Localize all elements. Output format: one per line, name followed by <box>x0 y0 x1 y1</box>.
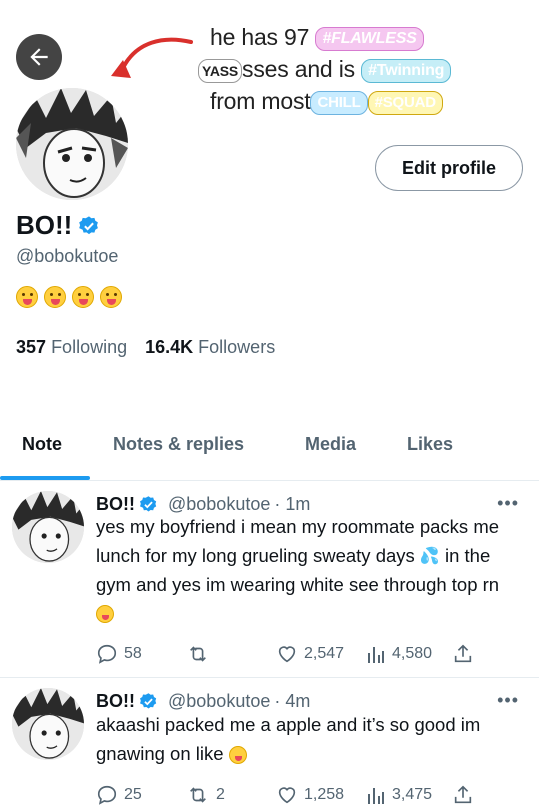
twinning-badge: #Twinning <box>361 58 452 83</box>
avatar[interactable] <box>12 491 84 563</box>
tweet-author-name[interactable]: BO!! <box>96 494 135 515</box>
edit-profile-button[interactable]: Edit profile <box>375 145 523 191</box>
arrow-left-icon <box>30 48 48 66</box>
profile-name-row: BO!! <box>16 210 100 241</box>
retweet-icon <box>190 646 206 662</box>
retweet-icon <box>190 787 206 803</box>
tweet-header: BO!! @bobokutoe · 4m <box>96 691 310 712</box>
profile-avatar[interactable] <box>12 84 132 204</box>
verified-badge-icon <box>79 215 99 234</box>
verified-badge-icon <box>140 496 157 512</box>
reply-button[interactable]: 58 <box>96 643 142 665</box>
tongue-emoji-icon <box>72 286 94 308</box>
followers-link[interactable]: 16.4K Followers <box>145 337 275 358</box>
tweet-text-part1: akaashi packed me a apple and it’s so go… <box>96 714 481 764</box>
heart-icon <box>278 646 296 663</box>
tab-note[interactable]: Note <box>22 434 62 455</box>
caption-line1: he has 97 <box>210 24 310 50</box>
caption-line3: from most <box>210 88 311 114</box>
yass-badge: YASS <box>198 58 243 83</box>
tweet-text: yes my boyfriend i mean my roommate pack… <box>96 513 516 628</box>
tab-media[interactable]: Media <box>305 434 356 455</box>
back-button[interactable] <box>16 34 62 80</box>
following-label: Following <box>51 337 128 357</box>
tweet-item[interactable]: BO!! @bobokutoe · 4m ••• akaashi packed … <box>0 678 539 810</box>
reply-count: 58 <box>124 645 142 662</box>
more-options-icon[interactable]: ••• <box>497 493 519 514</box>
tweet-item[interactable]: BO!! @bobokutoe · 1m ••• yes my boyfrien… <box>0 481 539 678</box>
sweat-droplets-emoji-icon: 💦 <box>419 547 440 565</box>
views-count: 3,475 <box>392 786 433 803</box>
tongue-emoji-icon <box>96 605 114 624</box>
tab-likes[interactable]: Likes <box>407 434 453 455</box>
tongue-emoji-icon <box>16 286 38 308</box>
retweet-button[interactable]: 2 <box>186 784 225 806</box>
views-bar-chart-icon <box>368 788 384 804</box>
manga-avatar-image <box>16 88 128 200</box>
manga-avatar-image <box>12 688 84 760</box>
like-count: 1,258 <box>304 786 345 803</box>
share-icon <box>454 785 472 804</box>
reply-icon <box>97 644 117 664</box>
followers-count: 16.4K <box>145 337 194 357</box>
chill-badge: CHILL <box>310 90 368 115</box>
tweet-actions: 25 2 1,258 3,475 <box>96 784 496 808</box>
tweet-text: akaashi packed me a apple and it’s so go… <box>96 711 516 768</box>
tweet-actions: 58 2,547 4,580 <box>96 643 496 667</box>
views-bar-chart-icon <box>368 647 384 663</box>
manga-avatar-image <box>12 491 84 563</box>
tweet-author-name[interactable]: BO!! <box>96 691 135 712</box>
heart-icon <box>278 787 296 804</box>
verified-badge-icon <box>140 693 157 709</box>
squad-badge: #SQUAD <box>367 90 443 115</box>
views-button[interactable]: 3,475 <box>366 784 432 806</box>
views-count: 4,580 <box>392 645 433 662</box>
following-count: 357 <box>16 337 47 357</box>
reply-button[interactable]: 25 <box>96 784 142 806</box>
followers-label: Followers <box>198 337 276 357</box>
profile-tabs: Note Notes & replies Media Likes <box>0 430 539 481</box>
tongue-emoji-icon <box>228 745 247 764</box>
share-icon <box>454 644 472 663</box>
tweet-time[interactable]: · 4m <box>274 691 310 712</box>
profile-name: BO!! <box>16 210 73 240</box>
tweet-header: BO!! @bobokutoe · 1m <box>96 494 310 515</box>
follow-counts: 357 Following 16.4K Followers <box>16 337 275 358</box>
tweet-time[interactable]: · 1m <box>274 494 310 515</box>
retweet-button[interactable] <box>186 643 216 665</box>
tab-notes-replies[interactable]: Notes & replies <box>113 434 244 455</box>
tongue-emoji-icon <box>44 286 66 308</box>
share-button[interactable] <box>452 784 474 806</box>
tweet-author-handle[interactable]: @bobokutoe <box>168 691 270 712</box>
caption-line2: sses and is <box>242 56 355 82</box>
more-options-icon[interactable]: ••• <box>497 690 519 711</box>
bio-emojis <box>16 286 122 308</box>
tongue-emoji-icon <box>100 286 122 308</box>
avatar[interactable] <box>12 688 84 760</box>
views-button[interactable]: 4,580 <box>366 643 432 665</box>
red-arrow-doodle <box>111 37 193 78</box>
retweet-count: 2 <box>216 786 225 803</box>
share-button[interactable] <box>452 643 474 665</box>
profile-handle: @bobokutoe <box>16 246 119 266</box>
reply-count: 25 <box>124 786 142 803</box>
active-tab-indicator <box>0 476 90 480</box>
following-link[interactable]: 357 Following <box>16 337 127 358</box>
like-count: 2,547 <box>304 645 345 662</box>
like-button[interactable]: 1,258 <box>276 784 344 806</box>
flawless-badge: #FLAWLESS <box>315 26 424 51</box>
reply-icon <box>97 785 117 805</box>
like-button[interactable]: 2,547 <box>276 643 344 665</box>
tweet-author-handle[interactable]: @bobokutoe <box>168 494 270 515</box>
